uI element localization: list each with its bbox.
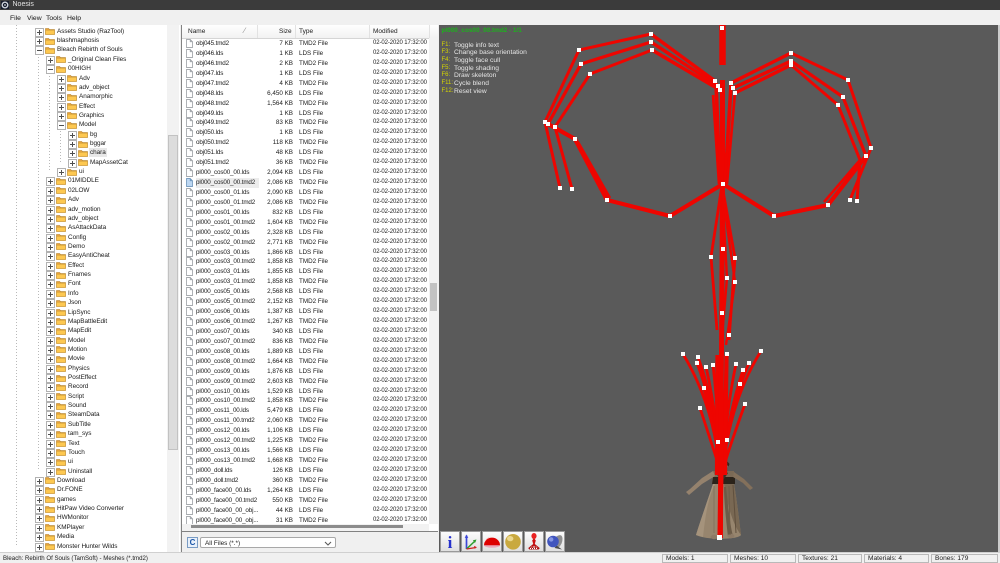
svg-text:i: i bbox=[448, 533, 453, 551]
